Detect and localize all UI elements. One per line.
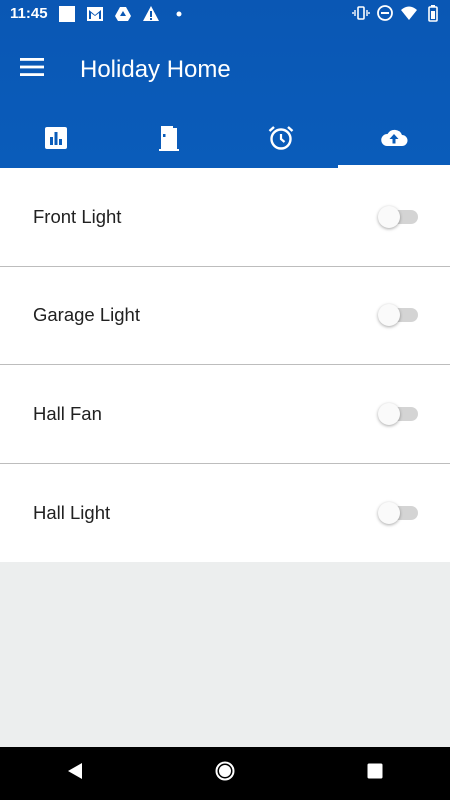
bar-chart-icon bbox=[42, 124, 70, 157]
system-icons bbox=[352, 4, 442, 22]
device-label: Hall Light bbox=[33, 501, 111, 523]
home-icon bbox=[214, 760, 236, 787]
device-label: Front Light bbox=[33, 205, 122, 227]
status-bar: 11:45 bbox=[0, 0, 450, 28]
device-toggle[interactable] bbox=[378, 303, 418, 327]
menu-button[interactable] bbox=[14, 54, 50, 84]
notification-icons bbox=[58, 5, 188, 23]
device-label: Hall Fan bbox=[33, 402, 102, 424]
device-row-front-light[interactable]: Front Light bbox=[0, 168, 450, 267]
device-toggle[interactable] bbox=[378, 205, 418, 229]
device-list: Front Light Garage Light Hall Fan Hall L… bbox=[0, 168, 450, 562]
home-button[interactable] bbox=[201, 750, 249, 798]
square-icon bbox=[58, 5, 76, 23]
back-button[interactable] bbox=[51, 750, 99, 798]
cloud-upload-icon bbox=[380, 124, 408, 157]
toolbar: Holiday Home bbox=[0, 36, 450, 102]
status-time: 11:45 bbox=[10, 5, 48, 22]
wifi-icon bbox=[400, 4, 418, 22]
alarm-clock-icon bbox=[267, 124, 295, 157]
dnd-icon bbox=[376, 4, 394, 22]
app-header: 11:45 Holiday Home bbox=[0, 0, 450, 168]
tab-statistics[interactable] bbox=[0, 112, 113, 168]
recents-button[interactable] bbox=[351, 750, 399, 798]
system-nav-bar bbox=[0, 747, 450, 800]
device-row-hall-fan[interactable]: Hall Fan bbox=[0, 365, 450, 464]
hamburger-menu-icon bbox=[19, 56, 45, 83]
page-title: Holiday Home bbox=[80, 56, 231, 83]
device-row-garage-light[interactable]: Garage Light bbox=[0, 267, 450, 365]
tab-bar bbox=[0, 112, 450, 168]
battery-icon bbox=[424, 4, 442, 22]
vibrate-icon bbox=[352, 4, 370, 22]
device-label: Garage Light bbox=[33, 304, 140, 326]
tab-cloud-upload[interactable] bbox=[337, 112, 450, 168]
gmail-icon bbox=[86, 5, 104, 23]
dot-icon bbox=[170, 5, 188, 23]
device-toggle[interactable] bbox=[378, 501, 418, 525]
warning-icon bbox=[142, 5, 160, 23]
door-icon bbox=[155, 124, 183, 157]
tab-alarms[interactable] bbox=[225, 112, 338, 168]
tab-doors[interactable] bbox=[113, 112, 226, 168]
recents-icon bbox=[364, 760, 386, 787]
drive-icon bbox=[114, 5, 132, 23]
back-icon bbox=[64, 760, 86, 787]
device-toggle[interactable] bbox=[378, 402, 418, 426]
device-row-hall-light[interactable]: Hall Light bbox=[0, 464, 450, 563]
